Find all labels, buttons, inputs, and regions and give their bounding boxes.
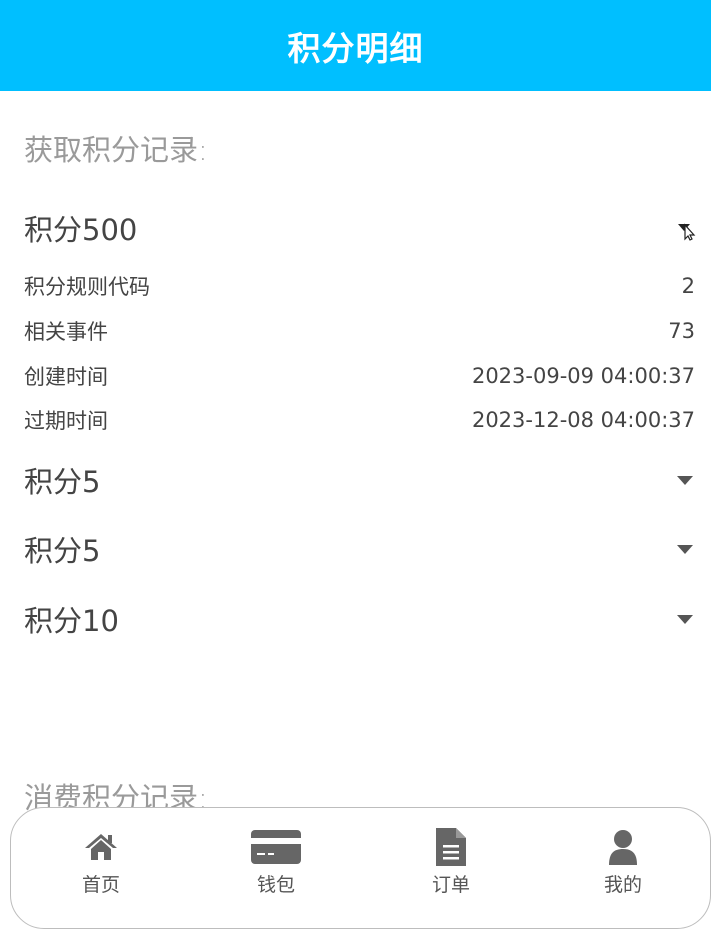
record-label: 积分5 [24,534,101,568]
user-icon [608,828,638,866]
record-label: 积分500 [24,213,138,247]
caret-down-icon [677,614,693,624]
page-title: 积分明细 [287,28,424,68]
tab-label: 首页 [81,874,120,896]
tab-label: 我的 [603,874,642,896]
detail-key: 过期时间 [24,409,108,433]
earn-section-title: 获取积分记录: [24,133,208,167]
tab-mine[interactable]: 我的 [573,828,673,897]
detail-value: 2023-09-09 04:00:37 [471,364,695,388]
cursor-icon [677,219,696,241]
tab-label: 钱包 [256,874,295,896]
detail-key: 创建时间 [24,365,108,389]
detail-value: 2 [681,274,695,298]
bottom-tab-bar: 首页 钱包 订单 我的 [10,807,711,929]
caret-down-icon [677,475,693,485]
detail-value: 73 [668,319,695,343]
tab-home[interactable]: 首页 [51,828,151,897]
detail-key: 相关事件 [24,320,108,344]
tab-wallet[interactable]: 钱包 [226,828,326,897]
detail-key: 积分规则代码 [24,275,150,299]
tab-label: 订单 [431,874,470,896]
caret-down-icon [677,544,693,554]
detail-row: 相关事件 73 [24,316,695,346]
detail-row: 过期时间 2023-12-08 04:00:37 [24,405,695,435]
record-header[interactable]: 积分10 [24,599,695,639]
tab-orders[interactable]: 订单 [401,828,501,897]
record-header[interactable]: 积分500 [24,208,696,248]
detail-row: 创建时间 2023-09-09 04:00:37 [24,361,695,391]
detail-row: 积分规则代码 2 [24,271,695,301]
document-icon [436,828,466,866]
record-header[interactable]: 积分5 [24,529,695,569]
record-label: 积分10 [24,604,119,638]
home-icon [84,828,118,866]
header-bar: 积分明细 [0,0,711,91]
record-header[interactable]: 积分5 [24,460,695,500]
wallet-icon [251,828,301,866]
record-label: 积分5 [24,465,101,499]
detail-value: 2023-12-08 04:00:37 [471,408,695,432]
